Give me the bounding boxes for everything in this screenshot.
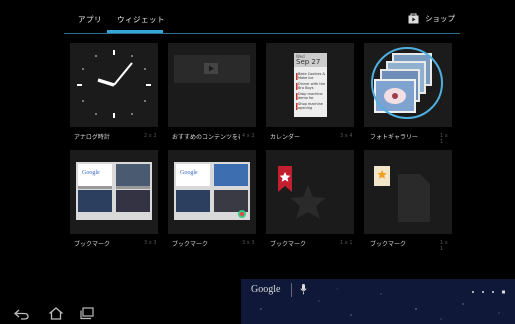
widget-label: ブックマーク [370, 241, 407, 248]
bookmark-file-icon [374, 166, 430, 222]
recent-apps-icon [80, 307, 94, 320]
widget-bookmarks-list[interactable]: Google ブックマーク 3 x 3 [168, 150, 256, 248]
widget-size: 1 x 1 [440, 240, 448, 252]
recommended-content-preview [174, 55, 250, 83]
widget-label: カレンダー [270, 134, 301, 141]
home-button[interactable] [48, 307, 64, 320]
shop-label: ショップ [425, 14, 455, 23]
photo-gallery-preview [371, 47, 443, 119]
widget-label: アナログ時計 [74, 134, 110, 141]
top-bar: アプリ ウィジェット ショップ [0, 0, 515, 36]
store-icon [408, 13, 419, 24]
home-screen-preview: Google [241, 279, 515, 324]
search-divider [291, 283, 292, 297]
widget-label: フォトギャラリー [370, 134, 419, 141]
widget-size: 2 x 2 [144, 133, 157, 139]
bookmarks-list-preview: Google [174, 162, 250, 220]
starfield-wallpaper [260, 288, 500, 320]
tab-apps[interactable]: アプリ [78, 14, 102, 25]
calendar-event: Bake Cookies & Make Ice Cream [298, 72, 326, 80]
widget-bookmarks-grid[interactable]: Google ブックマーク 3 x 3 [70, 150, 158, 248]
widget-label: おすすめのコンテンツを表示 [172, 134, 240, 141]
svg-text:Google: Google [180, 170, 198, 176]
calendar-event: Drop machine demo for Sergio [298, 92, 323, 100]
widget-bookmark-file[interactable]: ブックマーク 1 x 1 [364, 150, 452, 252]
back-button[interactable] [14, 308, 30, 320]
microphone-icon[interactable] [300, 284, 307, 295]
widget-label: ブックマーク [270, 241, 307, 248]
page-dots [472, 290, 505, 294]
widget-recommended-content[interactable]: おすすめのコンテンツを表示 4 x 2 [168, 43, 256, 141]
calendar-event: Dinner with the Bra Boys [298, 82, 326, 90]
svg-text:Google: Google [82, 170, 100, 176]
back-icon [14, 309, 29, 320]
widget-size: 1 x 1 [340, 240, 353, 246]
bookmark-ribbon-icon [278, 166, 326, 219]
widget-size: 3 x 4 [340, 133, 353, 139]
widget-label: ブックマーク [172, 241, 209, 248]
tab-divider [64, 33, 460, 34]
widget-bookmark-single[interactable]: ブックマーク 1 x 1 [266, 150, 354, 248]
analog-clock-preview [77, 50, 151, 118]
google-search-label[interactable]: Google [251, 284, 280, 295]
widget-size: 4 x 2 [242, 133, 255, 139]
widget-label: ブックマーク [74, 241, 111, 248]
widget-photo-gallery[interactable]: フォトギャラリー 1 x 1 [364, 43, 452, 145]
calendar-day: Sep 27 [296, 58, 321, 66]
widget-size: 3 x 3 [242, 240, 255, 246]
widget-calendar[interactable]: Wed Sep 27 Bake Cookies & Make Ice Cream… [266, 43, 354, 141]
widget-size: 1 x 1 [440, 133, 448, 145]
shop-button[interactable]: ショップ [408, 13, 455, 24]
tab-widgets[interactable]: ウィジェット [117, 14, 165, 25]
widget-analog-clock[interactable]: アナログ時計 2 x 2 [70, 43, 158, 141]
widget-size: 3 x 3 [144, 240, 157, 246]
home-icon [49, 307, 63, 320]
calendar-event: Shop machine opening [298, 102, 323, 110]
bookmarks-grid-preview: Google [76, 162, 152, 220]
recent-apps-button[interactable] [79, 307, 95, 320]
